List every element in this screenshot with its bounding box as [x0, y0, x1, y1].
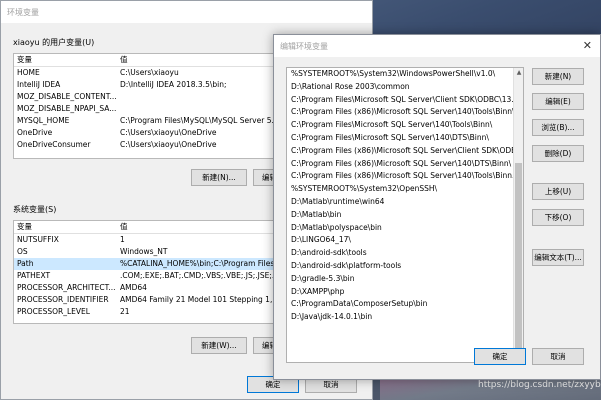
table-row[interactable]: IntelliJ IDEA D:\IntelliJ IDEA 2018.3.5\b… [14, 79, 308, 91]
system-vars-list[interactable]: 变量 值 NUTSUFFIX 1 OS Windows_NT Path %CATALI… [13, 220, 309, 324]
vertical-scrollbar[interactable]: ▲ ▼ [513, 68, 523, 362]
path-list[interactable]: %SYSTEMROOT%\System32\WindowsPowerShell\… [286, 67, 524, 363]
list-item[interactable]: D:\gradle-5.3\bin [287, 273, 513, 286]
move-up-button[interactable]: 上移(U) [532, 183, 584, 200]
table-row[interactable]: OneDrive C:\Users\xiaoyu\OneDrive [14, 127, 308, 139]
list-item[interactable]: D:\Rational Rose 2003\common [287, 81, 513, 94]
table-row[interactable]: PATHEXT .COM;.EXE;.BAT;.CMD;.VBS;.VBE;.JS… [14, 270, 308, 282]
list-item[interactable]: D:\LINGO64_17\ [287, 234, 513, 247]
dialog-title-text: 编辑环境变量 [280, 42, 328, 51]
scroll-thumb[interactable] [515, 163, 522, 353]
table-row[interactable]: MOZ_DISABLE_CONTENT... [14, 91, 308, 103]
list-item[interactable]: C:\Program Files (x86)\Microsoft SQL Ser… [287, 106, 513, 119]
list-item[interactable]: %SYSTEMROOT%\System32\OpenSSH\ [287, 183, 513, 196]
list-item[interactable]: C:\Program Files (x86)\Microsoft SQL Ser… [287, 145, 513, 158]
scroll-up-arrow-icon[interactable]: ▲ [514, 68, 523, 78]
table-row[interactable]: NUTSUFFIX 1 [14, 234, 308, 246]
list-item[interactable]: D:\android-sdk\tools [287, 247, 513, 260]
list-item[interactable]: D:\Matlab\runtime\win64 [287, 196, 513, 209]
user-vars-list[interactable]: 变量 值 HOME C:\Users\xiaoyu IntelliJ IDEA D:… [13, 53, 309, 159]
list-item[interactable]: D:\Matlab\bin [287, 209, 513, 222]
table-row[interactable]: MOZ_DISABLE_NPAPI_SA... [14, 103, 308, 115]
list-item[interactable]: D:\android-sdk\platform-tools [287, 260, 513, 273]
move-down-button[interactable]: 下移(O) [532, 209, 584, 226]
user-new-button[interactable]: 新建(N)... [191, 169, 247, 186]
browse-button[interactable]: 浏览(B)... [532, 119, 584, 136]
list-item[interactable]: C:\Program Files (x86)\Microsoft SQL Ser… [287, 158, 513, 171]
edit-environment-variable-dialog: 编辑环境变量 ✕ %SYSTEMROOT%\System32\WindowsPo… [273, 34, 601, 380]
system-new-button[interactable]: 新建(W)... [191, 337, 247, 354]
dialog-cancel-button[interactable]: 取消 [532, 348, 584, 365]
list-item[interactable]: D:\Java\jdk-14.0.1\bin [287, 311, 513, 324]
user-vars-header: 变量 值 [14, 54, 308, 67]
column-header-variable[interactable]: 变量 [14, 221, 117, 233]
list-item[interactable]: C:\Program Files\Microsoft SQL Server\14… [287, 119, 513, 132]
edit-button[interactable]: 编辑(E) [532, 93, 584, 110]
delete-button[interactable]: 删除(D) [532, 145, 584, 162]
watermark-text: https://blog.csdn.net/zxyybk [478, 380, 601, 390]
table-row[interactable]: PROCESSOR_LEVEL 21 [14, 306, 308, 318]
table-row[interactable]: HOME C:\Users\xiaoyu [14, 67, 308, 79]
close-icon[interactable]: ✕ [583, 39, 592, 52]
dialog-title: 编辑环境变量 ✕ [274, 35, 600, 57]
list-item[interactable]: C:\Program Files\Microsoft SQL Server\14… [287, 132, 513, 145]
list-item[interactable]: D:\Matlab\polyspace\bin [287, 222, 513, 235]
system-vars-group-label: 系统变量(S) [13, 205, 57, 214]
list-item[interactable]: C:\ProgramData\ComposerSetup\bin [287, 298, 513, 311]
column-header-variable[interactable]: 变量 [14, 54, 117, 66]
table-row[interactable]: PROCESSOR_IDENTIFIER AMD64 Family 21 Mode… [14, 294, 308, 306]
list-item[interactable]: C:\Program Files\Microsoft SQL Server\Cl… [287, 94, 513, 107]
table-row[interactable]: OS Windows_NT [14, 246, 308, 258]
list-item[interactable]: D:\XAMPP\php [287, 286, 513, 299]
table-row[interactable]: MYSQL_HOME C:\Program Files\MySQL\MySQL S… [14, 115, 308, 127]
table-row[interactable]: OneDriveConsumer C:\Users\xiaoyu\OneDrive [14, 139, 308, 151]
table-row[interactable]: PROCESSOR_ARCHITECT... AMD64 [14, 282, 308, 294]
new-button[interactable]: 新建(N) [532, 68, 584, 85]
edit-text-button[interactable]: 编辑文本(T)... [532, 249, 584, 266]
user-vars-group-label: xiaoyu 的用户变量(U) [13, 38, 95, 47]
list-item[interactable]: C:\Program Files (x86)\Microsoft SQL Ser… [287, 170, 513, 183]
list-item[interactable]: %SYSTEMROOT%\System32\WindowsPowerShell\… [287, 68, 513, 81]
dialog-ok-button[interactable]: 确定 [474, 348, 526, 365]
system-vars-header: 变量 值 [14, 221, 308, 234]
table-row-selected[interactable]: Path %CATALINA_HOME%\bin;C:\Program Files [14, 258, 308, 270]
window-title: 环境变量 [1, 1, 372, 23]
